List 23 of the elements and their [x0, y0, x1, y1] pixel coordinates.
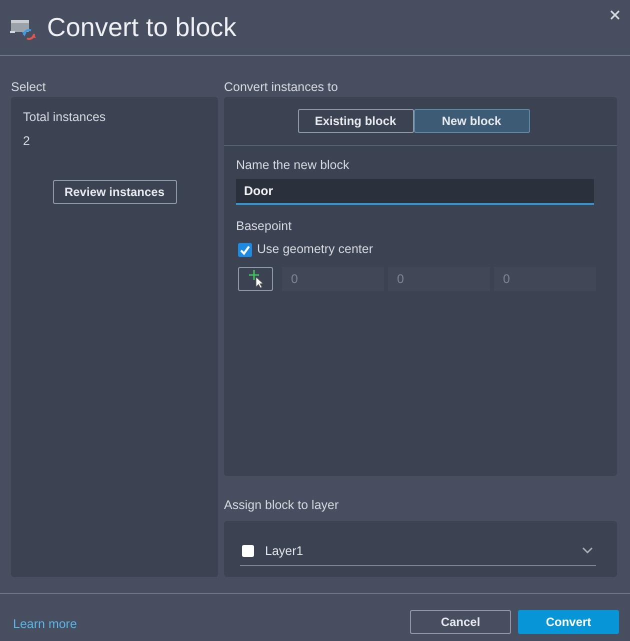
instance-count: 2 [23, 134, 30, 149]
learn-more-link[interactable]: Learn more [13, 616, 77, 630]
field-label: Total instances [23, 110, 106, 125]
field-label: Basepoint [236, 219, 293, 234]
tab[interactable]: Existing block [298, 109, 414, 133]
section-heading: Convert instances to [224, 79, 339, 96]
name-field[interactable]: Door [236, 179, 594, 205]
convert-button[interactable]: Convert [518, 610, 619, 634]
tab[interactable]: New block [414, 109, 530, 133]
chevron-down-icon[interactable] [582, 547, 593, 554]
cancel-button[interactable]: Cancel [410, 610, 511, 634]
box-arrows-icon [10, 17, 36, 40]
field-label: Name the new block [236, 158, 350, 173]
checkbox-label: Use geometry center [257, 242, 374, 257]
close-icon[interactable] [610, 10, 620, 20]
section-heading: Assign block to layer [224, 497, 340, 514]
layer-dropdown[interactable]: Layer1 [240, 538, 596, 566]
pick-point-button[interactable] [238, 267, 273, 291]
window-title: Convert to block [47, 12, 238, 43]
checkbox[interactable] [238, 242, 252, 256]
section-heading: Select [11, 79, 47, 96]
review-instances-button[interactable]: Review instances [52, 180, 176, 204]
cursor-plus-icon[interactable] [249, 270, 264, 288]
